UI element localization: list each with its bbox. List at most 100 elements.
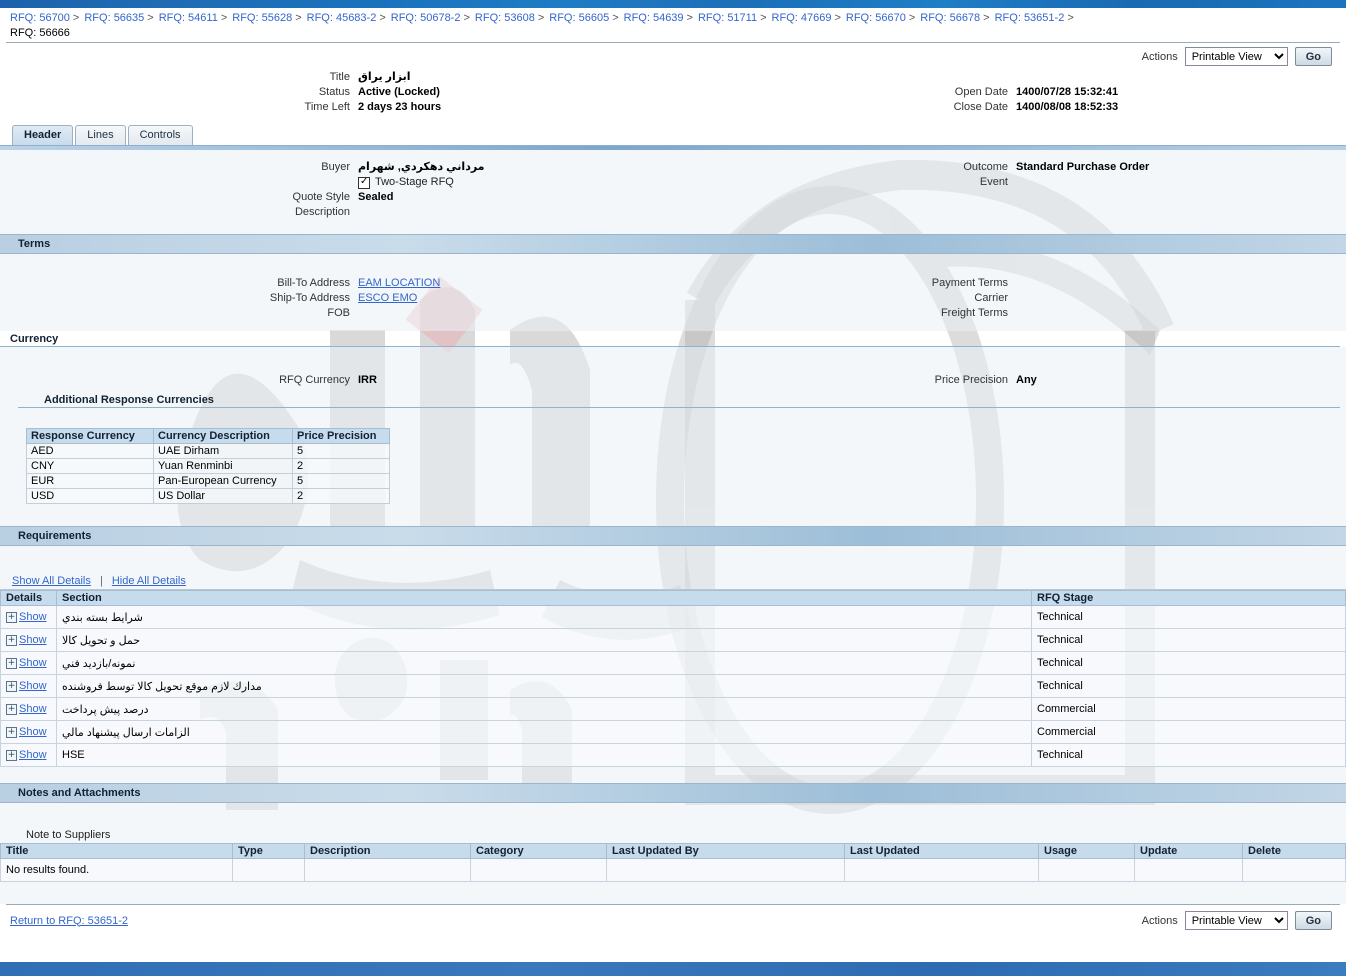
table-row: + Show شرايط بسته بندي Technical	[0, 605, 1346, 629]
breadcrumb-item-13[interactable]: RFQ: 53651-2	[995, 12, 1065, 24]
notes-col-3: Category	[470, 843, 607, 859]
breadcrumb-item-4[interactable]: RFQ: 45683-2	[307, 12, 377, 24]
requirements-stage-cell: Technical	[1031, 674, 1346, 698]
tab-bar: Header Lines Controls	[0, 121, 1346, 145]
carrier-label: Carrier	[974, 292, 1008, 304]
breadcrumb-item-11[interactable]: RFQ: 56670	[846, 12, 906, 24]
table-cell: 2	[292, 458, 390, 474]
ship-to-value[interactable]: ESCO EMO	[358, 291, 417, 306]
rfq-summary-right: Open Date 1400/07/28 15:32:41 Close Date…	[786, 70, 1346, 115]
breadcrumb-separator: >	[537, 12, 545, 24]
notes-table: Title Type Description Category Last Updated…	[0, 843, 1346, 882]
requirements-details-cell[interactable]: + Show	[0, 674, 57, 698]
breadcrumb-item-5[interactable]: RFQ: 50678-2	[391, 12, 461, 24]
title-label: Title	[329, 71, 350, 83]
response-currencies-header-row: Response Currency Currency Description Pri…	[26, 428, 390, 444]
breadcrumb-separator: >	[612, 12, 619, 24]
breadcrumb-item-7[interactable]: RFQ: 56605	[549, 12, 609, 24]
summary-open-date-row: Open Date 1400/07/28 15:32:41	[786, 85, 1346, 100]
return-to-rfq-link[interactable]: Return to RFQ: 53651-2	[10, 915, 128, 927]
notes-col-0: Title	[0, 843, 233, 859]
show-details-link[interactable]: Show	[19, 749, 47, 761]
freight-terms-row: Freight Terms	[786, 306, 1346, 321]
breadcrumb-item-2[interactable]: RFQ: 54611	[159, 12, 218, 24]
bill-to-value[interactable]: EAM LOCATION	[358, 276, 440, 291]
show-details-link[interactable]: Show	[19, 634, 47, 646]
requirements-col-1: Section	[56, 590, 1032, 606]
requirements-details-cell[interactable]: + Show	[0, 628, 57, 652]
expand-plus-icon[interactable]: +	[6, 749, 17, 761]
expand-plus-icon[interactable]: +	[6, 634, 17, 646]
breadcrumb-separator: >	[686, 12, 693, 24]
price-precision-row: Price Precision Any	[786, 373, 1346, 388]
actions-select-top[interactable]: Printable View	[1184, 47, 1288, 66]
table-row: EUR Pan-European Currency 5	[26, 473, 390, 489]
expand-plus-icon[interactable]: +	[6, 680, 17, 692]
table-cell	[1038, 858, 1135, 882]
requirements-section-cell: مدارك لازم موقع تحويل كالا توسط فروشنده	[56, 674, 1032, 698]
table-cell	[1242, 858, 1346, 882]
requirements-details-cell[interactable]: + Show	[0, 651, 57, 675]
ship-to-link[interactable]: ESCO EMO	[358, 292, 417, 304]
two-stage-checkbox[interactable]: ✓	[358, 176, 370, 189]
tab-header[interactable]: Header	[12, 125, 74, 145]
bill-to-link[interactable]: EAM LOCATION	[358, 277, 440, 289]
event-row: Event	[786, 175, 1346, 190]
breadcrumb-item-3[interactable]: RFQ: 55628	[232, 12, 292, 24]
show-details-link[interactable]: Show	[19, 726, 47, 738]
requirements-panel: Show All Details | Hide All Details Deta…	[0, 546, 1346, 783]
show-details-link[interactable]: Show	[19, 657, 47, 669]
breadcrumb-separator: >	[1067, 12, 1074, 24]
go-button-top[interactable]: Go	[1294, 47, 1332, 66]
requirements-details-cell[interactable]: + Show	[0, 605, 57, 629]
table-cell	[232, 858, 305, 882]
requirements-details-cell[interactable]: + Show	[0, 743, 57, 767]
breadcrumb-item-1[interactable]: RFQ: 56635	[84, 12, 144, 24]
requirements-stage-cell: Technical	[1031, 605, 1346, 629]
breadcrumb-item-6[interactable]: RFQ: 53608	[475, 12, 535, 24]
show-details-link[interactable]: Show	[19, 611, 47, 623]
table-row: + Show درصد پيش پرداخت Commercial	[0, 697, 1346, 721]
show-details-link[interactable]: Show	[19, 680, 47, 692]
expand-plus-icon[interactable]: +	[6, 703, 17, 715]
tab-controls[interactable]: Controls	[127, 125, 193, 145]
expand-plus-icon[interactable]: +	[6, 726, 17, 738]
price-precision-label: Price Precision	[934, 374, 1008, 386]
requirements-section-cell: نمونه/بازديد فني	[56, 651, 1032, 675]
notes-col-1: Type	[232, 843, 305, 859]
notes-col-8: Delete	[1242, 843, 1346, 859]
buyer-row: Buyer مرداني دهكردي, شهرام	[0, 160, 786, 175]
actions-select-bottom[interactable]: Printable View	[1184, 911, 1288, 930]
table-row: + Show حمل و تحويل كالا Technical	[0, 628, 1346, 652]
expand-plus-icon[interactable]: +	[6, 611, 17, 623]
summary-title-row: Title ابزار يراق	[0, 70, 786, 85]
footer-actions: Actions Printable View Go	[1142, 911, 1332, 930]
bill-to-row: Bill-To Address EAM LOCATION	[0, 276, 786, 291]
go-button-bottom[interactable]: Go	[1294, 911, 1332, 930]
expand-plus-icon[interactable]: +	[6, 657, 17, 669]
hide-all-details-link[interactable]: Hide All Details	[112, 575, 186, 587]
show-details-link[interactable]: Show	[19, 703, 47, 715]
breadcrumb-item-9[interactable]: RFQ: 51711	[698, 12, 757, 24]
breadcrumb-separator: >	[72, 12, 80, 24]
table-row: + Show نمونه/بازديد فني Technical	[0, 651, 1346, 675]
breadcrumb-line-1: RFQ: 56700 > RFQ: 56635 > RFQ: 54611 > RFQ: 55…	[0, 10, 1346, 25]
table-cell	[606, 858, 845, 882]
breadcrumb-item-0[interactable]: RFQ: 56700	[10, 12, 70, 24]
notes-col-4: Last Updated By	[606, 843, 845, 859]
breadcrumb-item-8[interactable]: RFQ: 54639	[624, 12, 684, 24]
breadcrumb-item-12[interactable]: RFQ: 56678	[920, 12, 980, 24]
requirements-details-cell[interactable]: + Show	[0, 720, 57, 744]
breadcrumb-separator: >	[908, 12, 916, 24]
breadcrumb-item-10[interactable]: RFQ: 47669	[772, 12, 832, 24]
bottom-accent-bar	[0, 962, 1346, 976]
top-actions-row: Actions Printable View Go	[0, 43, 1346, 68]
currency-left: RFQ Currency IRR	[0, 373, 786, 388]
breadcrumb-separator: >	[147, 12, 154, 24]
response-currency-col-2: Price Precision	[292, 428, 390, 444]
requirements-stage-cell: Technical	[1031, 628, 1346, 652]
tab-lines[interactable]: Lines	[75, 125, 126, 145]
requirements-details-cell[interactable]: + Show	[0, 697, 57, 721]
table-row: AED UAE Dirham 5	[26, 443, 390, 459]
show-all-details-link[interactable]: Show All Details	[12, 575, 91, 587]
